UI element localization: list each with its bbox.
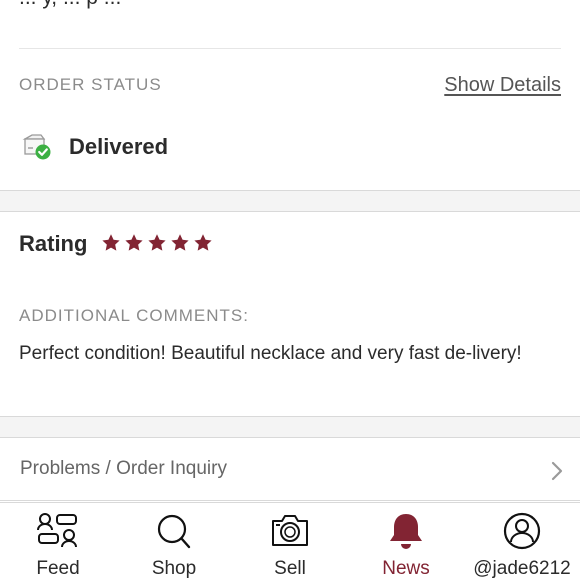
bottom-tab-bar: Feed Shop Sell News @jade6212 (0, 502, 580, 580)
tab-shop-label: Shop (151, 558, 197, 579)
tab-feed-label: Feed (36, 558, 80, 579)
star-icon (102, 234, 120, 251)
tab-shop[interactable]: Shop (116, 503, 232, 581)
feed-icon (37, 513, 77, 548)
show-details-link[interactable]: Show Details (444, 74, 561, 97)
star-icon (125, 234, 143, 251)
tab-sell[interactable]: Sell (232, 503, 348, 581)
user-icon (503, 512, 541, 550)
rating-label: Rating (19, 231, 88, 256)
tab-sell-label: Sell (274, 558, 306, 579)
tab-feed[interactable]: Feed (0, 503, 116, 581)
order-inquiry-label: Problems / Order Inquiry (20, 458, 227, 479)
section-separator (0, 416, 580, 438)
star-icon (148, 234, 166, 251)
bell-icon (390, 514, 422, 549)
partial-header-text: ... y, ... p ... (0, 0, 580, 10)
additional-comments-text: Perfect condition! Beautiful necklace an… (19, 343, 522, 364)
section-separator (0, 190, 580, 212)
divider (19, 48, 561, 49)
delivered-box-icon (22, 134, 51, 160)
star-icon (171, 234, 189, 251)
tab-news[interactable]: News (348, 503, 464, 581)
chevron-right-icon (551, 461, 563, 481)
partial-header-label: ... y, ... p ... (19, 0, 121, 10)
camera-icon (272, 515, 308, 546)
rating-stars (101, 233, 213, 253)
additional-comments-label: ADDITIONAL COMMENTS: (19, 306, 249, 325)
tab-profile-label: @jade6212 (473, 558, 571, 579)
star-icon (194, 234, 212, 251)
search-icon (157, 514, 191, 549)
order-inquiry-row[interactable]: Problems / Order Inquiry (0, 437, 580, 501)
tab-profile[interactable]: @jade6212 (464, 503, 580, 581)
order-status-label: ORDER STATUS (19, 75, 162, 94)
order-status-value: Delivered (69, 134, 169, 159)
tab-news-label: News (382, 558, 430, 579)
